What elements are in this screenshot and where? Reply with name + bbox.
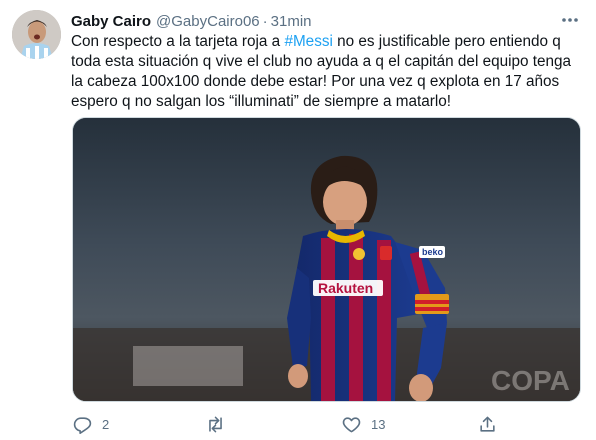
separator-dot: ·: [262, 12, 268, 30]
tweet[interactable]: Gaby Cairo @GabyCairo06 · 31min Con resp…: [0, 0, 596, 440]
retweet-button[interactable]: [206, 412, 235, 436]
tweet-header: Gaby Cairo @GabyCairo06 · 31min: [71, 11, 312, 31]
reply-count: 2: [102, 416, 110, 432]
player-photo: COPA beko Rakuten: [73, 118, 580, 401]
hashtag-link[interactable]: #Messi: [284, 33, 332, 50]
author-handle[interactable]: @GabyCairo06: [156, 13, 260, 30]
more-button[interactable]: [558, 10, 582, 30]
like-button[interactable]: 13: [342, 412, 385, 436]
more-icon: [562, 18, 578, 22]
tweet-actions: 2 13: [0, 412, 596, 436]
retweet-icon: [209, 416, 222, 432]
tweet-media-photo[interactable]: COPA beko Rakuten: [72, 117, 581, 402]
tweet-text-part: Con respecto a la tarjeta roja a: [71, 33, 285, 50]
shirt-sponsor-text: Rakuten: [318, 280, 373, 296]
sleeve-sponsor-text: beko: [422, 247, 444, 257]
reply-button[interactable]: 2: [73, 412, 109, 436]
share-icon: [480, 416, 495, 432]
heart-icon: [342, 416, 361, 432]
tweet-text: Con respecto a la tarjeta roja a #Messi …: [71, 32, 581, 112]
like-count: 13: [371, 416, 386, 432]
avatar-image: [12, 10, 61, 59]
reply-icon: [73, 416, 92, 434]
share-button[interactable]: [478, 412, 497, 436]
tweet-timestamp[interactable]: 31min: [271, 13, 312, 30]
author-name[interactable]: Gaby Cairo: [71, 13, 151, 30]
avatar[interactable]: [12, 10, 61, 59]
background-banner-text: COPA: [491, 365, 570, 396]
